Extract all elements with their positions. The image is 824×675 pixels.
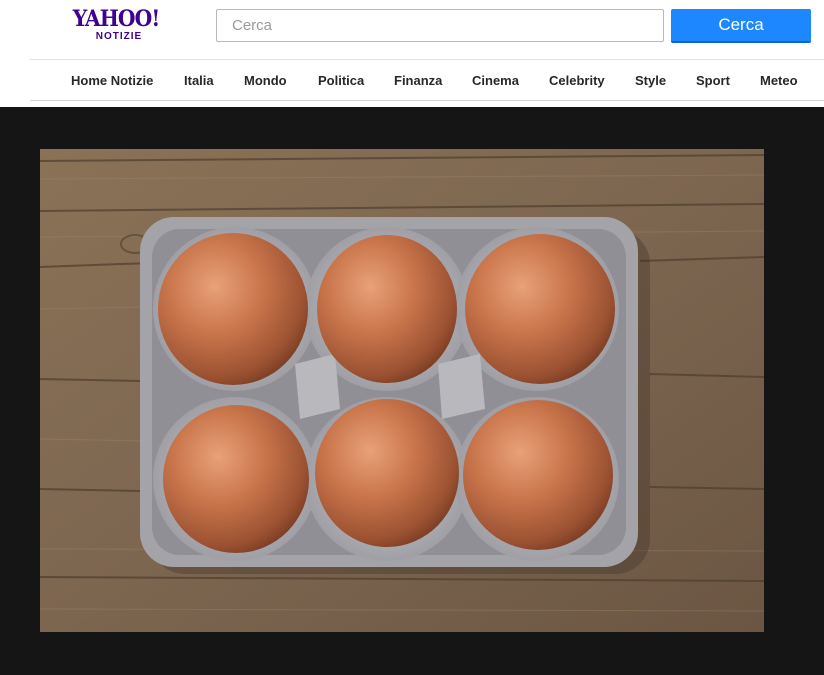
nav-item-mondo[interactable]: Mondo <box>244 73 287 88</box>
yahoo-notizie-logo[interactable]: YAHOO! NOTIZIE <box>66 7 166 47</box>
article-photo-eggs[interactable] <box>40 149 764 632</box>
nav-item-style[interactable]: Style <box>635 73 666 88</box>
nav-item-politica[interactable]: Politica <box>318 73 364 88</box>
site-header: YAHOO! NOTIZIE Cerca <box>0 0 824 59</box>
nav-item-sport[interactable]: Sport <box>696 73 730 88</box>
logo-wordmark: YAHOO! <box>72 6 161 32</box>
logo-subtitle: NOTIZIE <box>95 31 143 42</box>
nav-item-meteo[interactable]: Meteo <box>760 73 798 88</box>
search-input[interactable] <box>216 9 664 42</box>
article-hero <box>0 107 824 675</box>
nav-item-cinema[interactable]: Cinema <box>472 73 519 88</box>
search-button[interactable]: Cerca <box>671 9 811 43</box>
main-navigation: Home Notizie Italia Mondo Politica Finan… <box>30 59 824 101</box>
nav-item-italia[interactable]: Italia <box>184 73 214 88</box>
nav-item-home-notizie[interactable]: Home Notizie <box>71 73 153 88</box>
nav-item-celebrity[interactable]: Celebrity <box>549 73 605 88</box>
nav-item-finanza[interactable]: Finanza <box>394 73 442 88</box>
